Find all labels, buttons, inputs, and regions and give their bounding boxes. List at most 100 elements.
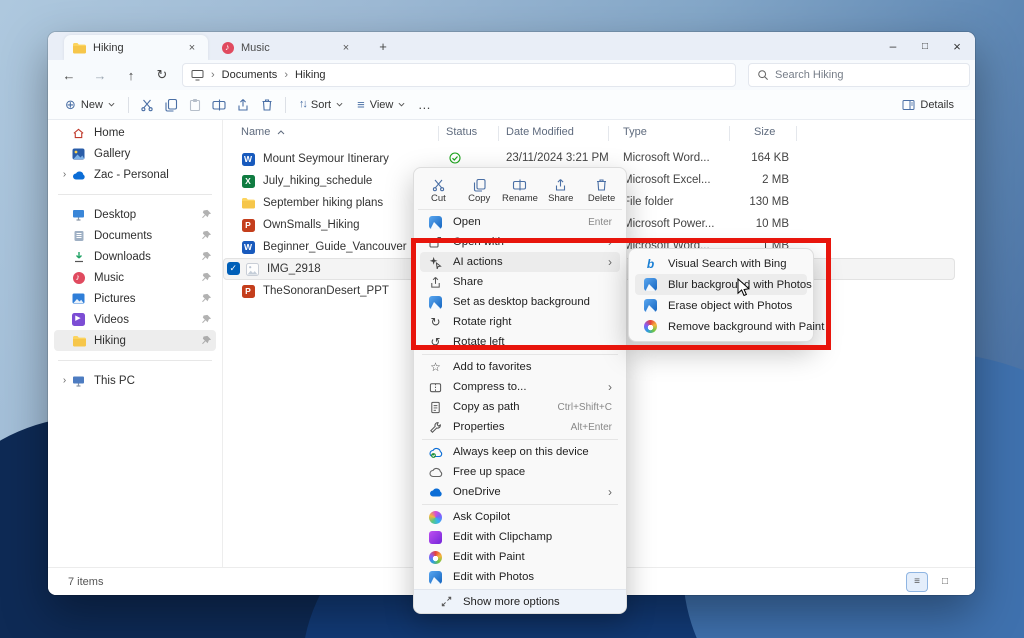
sidebar-item-hiking[interactable]: Hiking — [54, 330, 216, 351]
menu-item-ask-copilot[interactable]: Ask Copilot — [420, 507, 620, 527]
sidebar-item-music[interactable]: Music — [54, 267, 216, 288]
videos-icon — [71, 313, 86, 326]
sidebar-item-downloads[interactable]: Downloads — [54, 246, 216, 267]
sidebar-item-this-pc[interactable]: › This PC — [54, 370, 216, 391]
toolbar-divider — [128, 97, 129, 113]
menu-item-add-to-favorites[interactable]: ☆ Add to favorites — [420, 357, 620, 377]
chevron-right-icon[interactable]: › — [58, 375, 71, 386]
menu-item-onedrive[interactable]: OneDrive › — [420, 482, 620, 502]
sidebar-item-videos[interactable]: Videos — [54, 309, 216, 330]
breadcrumb-documents[interactable]: Documents — [222, 69, 278, 81]
column-header-type[interactable]: Type — [623, 126, 647, 138]
delete-quick-button[interactable]: Delete — [581, 172, 622, 209]
copy-quick-button[interactable]: Copy — [459, 172, 500, 209]
wallpaper-icon — [429, 296, 442, 309]
submenu-item-erase-object-photos[interactable]: Erase object with Photos — [635, 295, 807, 316]
forward-button[interactable]: → — [87, 63, 113, 87]
menu-item-rotate-right[interactable]: ↻ Rotate right — [420, 312, 620, 332]
sidebar-item-home[interactable]: Home — [54, 122, 216, 143]
new-button[interactable]: ⊕ New — [58, 93, 122, 117]
menu-item-set-desktop-background[interactable]: Set as desktop background — [420, 292, 620, 312]
delete-button[interactable] — [255, 93, 279, 117]
copy-button[interactable] — [159, 93, 183, 117]
search-box[interactable] — [748, 63, 970, 87]
chevron-right-icon[interactable]: › — [58, 169, 71, 180]
pin-icon — [201, 335, 212, 346]
photos-icon — [644, 299, 657, 312]
menu-item-open-with[interactable]: Open with › — [420, 232, 620, 252]
menu-divider — [422, 504, 618, 505]
file-name: TheSonoranDesert_PPT — [263, 285, 389, 297]
pin-icon — [201, 251, 212, 262]
submenu-item-blur-background-photos[interactable]: Blur background with Photos — [635, 274, 807, 295]
more-options-button[interactable]: … — [412, 93, 436, 117]
refresh-button[interactable]: ↻ — [149, 63, 175, 87]
large-icons-view-toggle[interactable]: □ — [935, 573, 955, 591]
sidebar-item-pictures[interactable]: Pictures — [54, 288, 216, 309]
navigation-bar: ← → ↑ ↻ › Documents › Hiking — [48, 60, 975, 90]
tab-hiking[interactable]: Hiking × — [64, 35, 208, 60]
sidebar-item-documents[interactable]: Documents — [54, 225, 216, 246]
share-quick-button[interactable]: Share — [540, 172, 581, 209]
home-icon — [71, 126, 86, 139]
zip-icon — [428, 380, 443, 394]
breadcrumb[interactable]: › Documents › Hiking — [182, 63, 736, 87]
sidebar-divider — [58, 360, 212, 361]
breadcrumb-hiking[interactable]: Hiking — [295, 69, 326, 81]
menu-item-always-keep-on-device[interactable]: Always keep on this device — [420, 442, 620, 462]
details-pane-button[interactable]: Details — [895, 93, 961, 117]
search-input[interactable] — [775, 69, 961, 81]
paste-button[interactable] — [183, 93, 207, 117]
menu-item-edit-with-paint[interactable]: Edit with Paint — [420, 547, 620, 567]
rename-quick-button[interactable]: Rename — [500, 172, 541, 209]
menu-item-properties[interactable]: Properties Alt+Enter — [420, 417, 620, 437]
sort-button[interactable]: ↑↓ Sort — [292, 93, 350, 117]
folder-icon — [72, 42, 86, 54]
sidebar-item-gallery[interactable]: Gallery — [54, 143, 216, 164]
menu-item-edit-with-photos[interactable]: Edit with Photos — [420, 567, 620, 587]
menu-item-edit-with-clipchamp[interactable]: Edit with Clipchamp — [420, 527, 620, 547]
bing-icon: b — [647, 258, 654, 270]
rotate-left-icon: ↺ — [428, 335, 443, 349]
details-view-toggle[interactable]: ≡ — [907, 573, 927, 591]
sidebar-item-onedrive-personal[interactable]: › Zac - Personal — [54, 164, 216, 185]
sidebar-item-desktop[interactable]: Desktop — [54, 204, 216, 225]
menu-item-open[interactable]: Open Enter — [420, 212, 620, 232]
column-header-status[interactable]: Status — [446, 126, 477, 138]
share-button[interactable] — [231, 93, 255, 117]
close-button[interactable]: × — [941, 32, 973, 60]
cut-quick-button[interactable]: Cut — [418, 172, 459, 209]
menu-item-rotate-left[interactable]: ↺ Rotate left — [420, 332, 620, 352]
view-label: View — [370, 99, 394, 111]
menu-item-copy-as-path[interactable]: Copy as path Ctrl+Shift+C — [420, 397, 620, 417]
minimize-button[interactable]: – — [877, 32, 909, 60]
new-tab-button[interactable]: + — [372, 37, 394, 57]
breadcrumb-separator: › — [284, 69, 288, 81]
column-header-size[interactable]: Size — [754, 126, 775, 138]
paint-icon — [429, 551, 442, 564]
checkbox-checked[interactable] — [227, 262, 240, 275]
submenu-item-remove-background-paint[interactable]: Remove background with Paint — [635, 316, 807, 337]
view-button[interactable]: ≡ View — [350, 93, 412, 117]
folder-icon — [71, 334, 86, 347]
image-file-icon — [245, 262, 259, 276]
photos-icon — [429, 571, 442, 584]
menu-item-show-more-options[interactable]: Show more options — [414, 589, 626, 613]
rename-button[interactable] — [207, 93, 231, 117]
menu-item-compress-to[interactable]: Compress to... › — [420, 377, 620, 397]
menu-item-share[interactable]: Share — [420, 272, 620, 292]
column-header-date[interactable]: Date Modified — [506, 126, 574, 138]
cut-button[interactable] — [135, 93, 159, 117]
back-button[interactable]: ← — [56, 63, 82, 87]
tab-close-icon[interactable]: × — [338, 42, 354, 54]
maximize-button[interactable]: □ — [909, 32, 941, 60]
column-header-name[interactable]: Name — [241, 126, 285, 138]
menu-item-ai-actions[interactable]: AI actions › — [420, 252, 620, 272]
up-button[interactable]: ↑ — [118, 63, 144, 87]
word-file-icon: W — [242, 241, 255, 254]
tab-music[interactable]: Music × — [214, 35, 362, 60]
share-icon — [553, 178, 568, 192]
menu-item-free-up-space[interactable]: Free up space — [420, 462, 620, 482]
tab-close-icon[interactable]: × — [184, 42, 200, 54]
submenu-item-visual-search-bing[interactable]: b Visual Search with Bing — [635, 253, 807, 274]
